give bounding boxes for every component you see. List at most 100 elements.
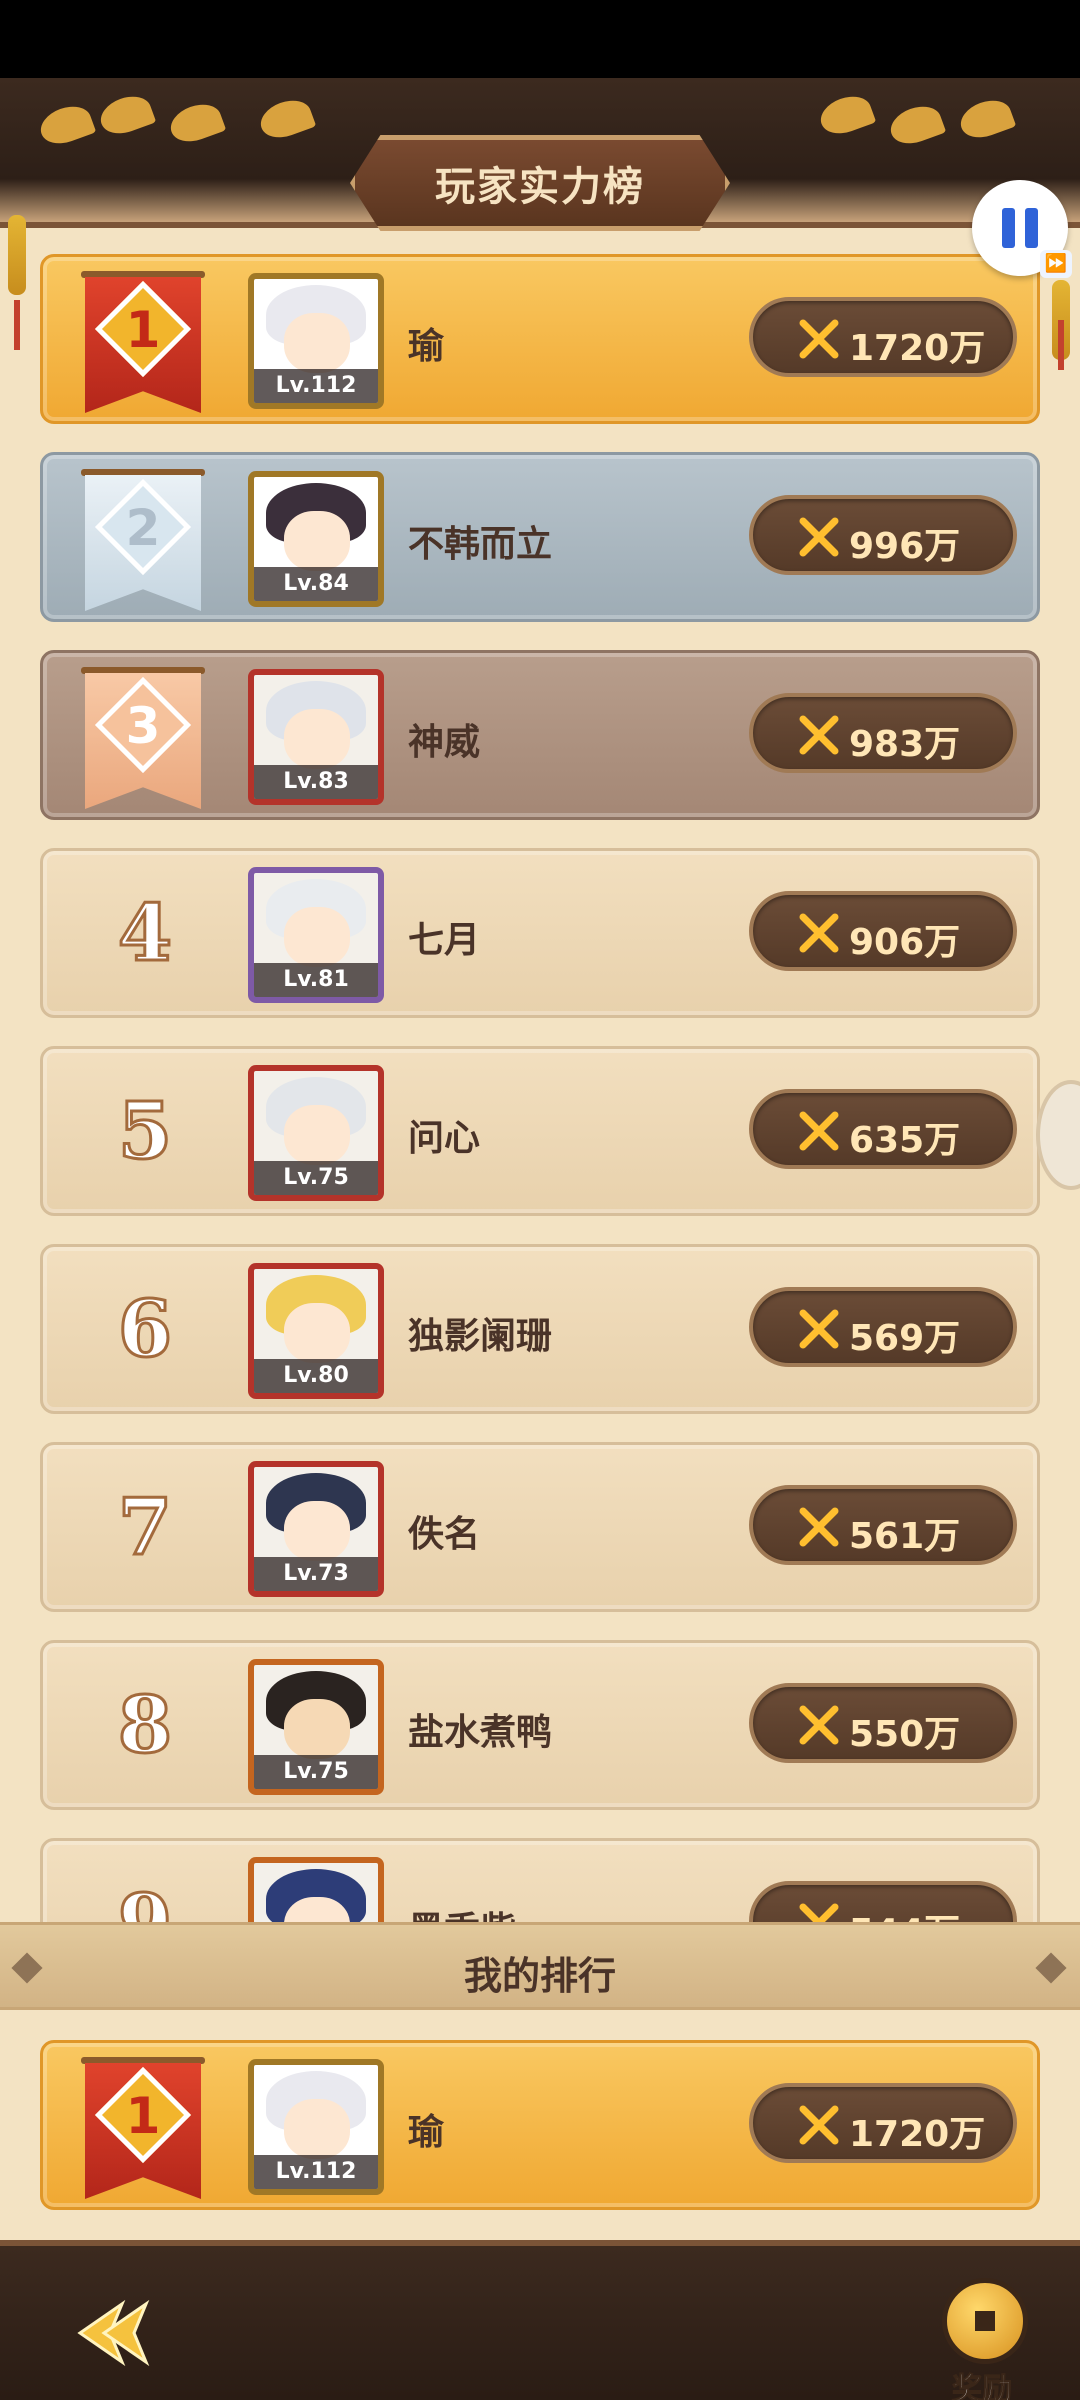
crossed-swords-icon — [799, 2105, 839, 2145]
rank-number: 5 — [116, 1085, 173, 1178]
status-bar — [0, 0, 1080, 78]
leaderboard-screen: 玩家实力榜 1 Lv.112 瑜 1720万 2 Lv.84 不韩而立 996万… — [0, 0, 1080, 2400]
player-level: Lv.75 — [254, 1755, 378, 1789]
power-value: 561万 — [849, 1516, 961, 1557]
rank-number: 6 — [116, 1283, 173, 1376]
ginkgo-leaf-decoration — [255, 94, 317, 144]
leaderboard-row-8[interactable]: 8 Lv.75 盐水煮鸭 550万 — [40, 1640, 1040, 1810]
crossed-swords-icon — [799, 1111, 839, 1151]
leaderboard-list[interactable]: 1 Lv.112 瑜 1720万 2 Lv.84 不韩而立 996万 3 Lv.… — [0, 250, 1080, 1922]
power-value: 569万 — [849, 1318, 961, 1359]
player-level: Lv.75 — [254, 1161, 378, 1195]
power-value: 635万 — [849, 1120, 961, 1161]
player-name: 墨香紫 — [408, 1901, 516, 1922]
power-badge: 635万 — [749, 1089, 1017, 1169]
crossed-swords-icon — [799, 1705, 839, 1745]
ginkgo-leaf-decoration — [165, 98, 227, 148]
avatar[interactable]: Lv.112 — [248, 273, 384, 409]
player-level: Lv.81 — [254, 963, 378, 997]
power-value: 1720万 — [849, 2114, 986, 2155]
player-level: Lv.112 — [254, 369, 378, 403]
ginkgo-leaf-decoration — [815, 90, 877, 140]
crossed-swords-icon — [799, 913, 839, 953]
crossed-swords-icon — [799, 1507, 839, 1547]
back-arrow-icon[interactable] — [62, 2298, 152, 2368]
leaderboard-row-2[interactable]: 2 Lv.84 不韩而立 996万 — [40, 452, 1040, 622]
avatar[interactable]: Lv.75 — [248, 1065, 384, 1201]
ginkgo-leaf-decoration — [95, 90, 157, 140]
power-badge: 1720万 — [749, 2083, 1017, 2163]
avatar[interactable] — [248, 1857, 384, 1922]
leaderboard-row-7[interactable]: 7 Lv.73 佚名 561万 — [40, 1442, 1040, 1612]
reward-label: 奖励 — [952, 2372, 1013, 2400]
leaderboard-row-3[interactable]: 3 Lv.83 神威 983万 — [40, 650, 1040, 820]
rank-number: 8 — [116, 1679, 173, 1772]
leaderboard-row-1[interactable]: 1 Lv.112 瑜 1720万 — [40, 254, 1040, 424]
power-value: 544万 — [849, 1903, 960, 1922]
player-level: Lv.83 — [254, 765, 378, 799]
leaderboard-row-6[interactable]: 6 Lv.80 独影阑珊 569万 — [40, 1244, 1040, 1414]
leaderboard-row-4[interactable]: 4 Lv.81 七月 906万 — [40, 848, 1040, 1018]
player-name: 不韩而立 — [408, 524, 553, 565]
avatar[interactable]: Lv.112 — [248, 2059, 384, 2195]
player-name: 问心 — [408, 1118, 481, 1159]
avatar[interactable]: Lv.80 — [248, 1263, 384, 1399]
player-name: 瑜 — [408, 326, 445, 367]
player-name: 盐水煮鸭 — [408, 1712, 553, 1753]
power-value: 906万 — [849, 922, 961, 963]
player-name: 独影阑珊 — [408, 1316, 553, 1357]
player-name: 七月 — [408, 920, 481, 961]
avatar[interactable]: Lv.84 — [248, 471, 384, 607]
power-badge: 1720万 — [749, 297, 1017, 377]
power-badge: 544万 — [749, 1881, 1017, 1922]
rank-number: 4 — [116, 887, 173, 980]
power-badge: 550万 — [749, 1683, 1017, 1763]
power-badge: 983万 — [749, 693, 1017, 773]
crossed-swords-icon — [799, 319, 839, 359]
my-rank-row[interactable]: 1 Lv.112 瑜 1720万 — [40, 2040, 1040, 2210]
ginkgo-leaf-decoration — [955, 94, 1017, 144]
power-value: 1720万 — [849, 328, 986, 369]
crossed-swords-icon — [799, 715, 839, 755]
player-level: Lv.84 — [254, 567, 378, 601]
rank-number: 1 — [125, 2087, 161, 2145]
crossed-swords-icon — [799, 517, 839, 557]
crossed-swords-icon — [799, 1309, 839, 1349]
bottom-bar: 奖励 — [0, 2240, 1080, 2400]
pause-icon — [1002, 208, 1038, 248]
my-rank-header: 我的排行 — [0, 1922, 1080, 2010]
rank-3-ribbon-icon: 3 — [81, 667, 205, 813]
rank-number: 1 — [125, 301, 161, 359]
avatar[interactable]: Lv.83 — [248, 669, 384, 805]
my-rank-title: 我的排行 — [463, 1954, 616, 1998]
coin-icon — [942, 2278, 1028, 2364]
power-badge: 996万 — [749, 495, 1017, 575]
power-badge: 569万 — [749, 1287, 1017, 1367]
fast-forward-icon[interactable]: ⏩ — [1040, 250, 1072, 278]
player-level: Lv.73 — [254, 1557, 378, 1591]
leaderboard-row-5[interactable]: 5 Lv.75 问心 635万 — [40, 1046, 1040, 1216]
title-plate: 玩家实力榜 — [350, 135, 730, 231]
power-value: 550万 — [849, 1714, 961, 1755]
rank-number: 9 — [105, 1877, 185, 1922]
crossed-swords-icon — [799, 1903, 839, 1922]
rank-number: 3 — [125, 697, 161, 755]
rank-number: 2 — [125, 499, 161, 557]
player-level: Lv.112 — [254, 2155, 378, 2189]
player-level: Lv.80 — [254, 1359, 378, 1393]
rank-1-ribbon-icon: 1 — [81, 2057, 205, 2203]
power-badge: 561万 — [749, 1485, 1017, 1565]
ginkgo-leaf-decoration — [35, 100, 97, 150]
page-title: 玩家实力榜 — [435, 164, 645, 210]
ginkgo-leaf-decoration — [885, 100, 947, 150]
rank-number: 7 — [116, 1481, 173, 1574]
rank-1-ribbon-icon: 1 — [81, 271, 205, 417]
avatar[interactable]: Lv.81 — [248, 867, 384, 1003]
avatar[interactable]: Lv.75 — [248, 1659, 384, 1795]
rank-2-ribbon-icon: 2 — [81, 469, 205, 615]
leaderboard-row-9[interactable]: 9 墨香紫 544万 — [40, 1838, 1040, 1922]
player-name: 瑜 — [408, 2112, 445, 2153]
reward-button[interactable]: 奖励 — [922, 2272, 1042, 2400]
player-name: 佚名 — [408, 1514, 481, 1555]
avatar[interactable]: Lv.73 — [248, 1461, 384, 1597]
